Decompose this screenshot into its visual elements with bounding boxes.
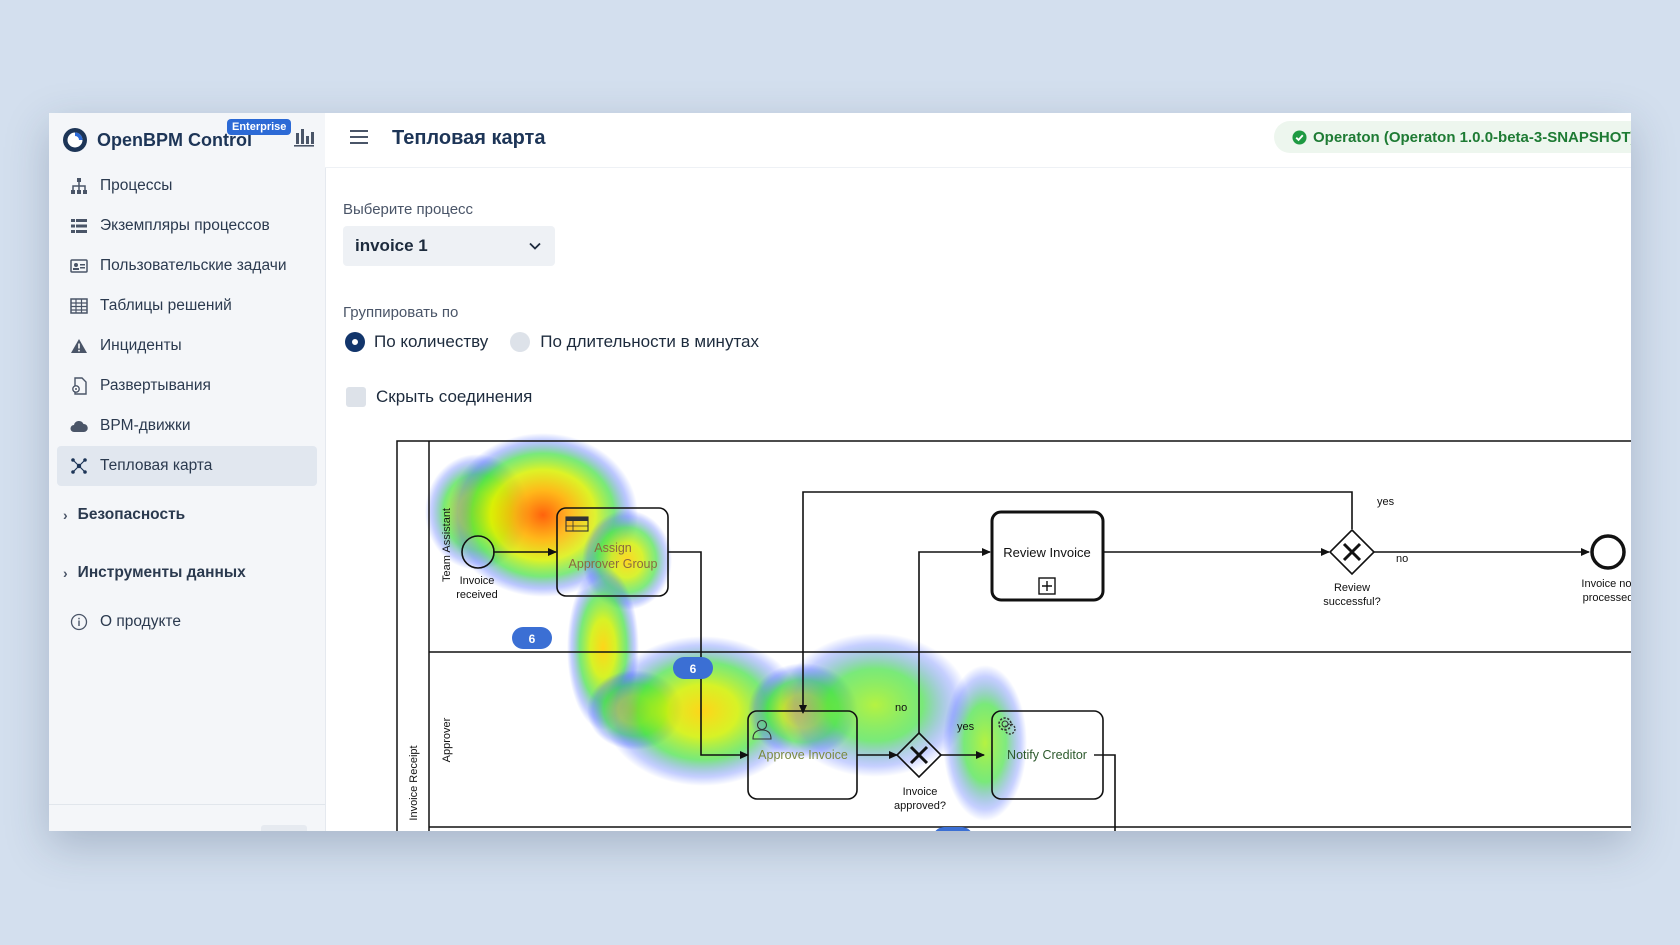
lane-label-team-assistant: Team Assistant <box>441 508 453 582</box>
notify-creditor-label: Notify Creditor <box>1007 748 1087 762</box>
brand[interactable]: OpenBPM Control Enterprise <box>61 119 292 159</box>
sidebar-item-process-instances[interactable]: Экземпляры процессов <box>57 206 317 246</box>
sidebar-item-label: Тепловая карта <box>100 457 213 474</box>
review-invoice-label: Review Invoice <box>1003 545 1090 560</box>
engine-status-text: Operaton (Operaton 1.0.0-beta-3-SNAPSHOT… <box>1313 128 1631 146</box>
sidebar-item-user-tasks[interactable]: Пользовательские задачи <box>57 246 317 286</box>
sidebar-item-label: Таблицы решений <box>100 297 232 314</box>
sidebar-item-label: BPM-движки <box>100 417 191 434</box>
sidebar-item-label: Пользовательские задачи <box>100 257 287 274</box>
expand-icon <box>1038 577 1056 595</box>
flow-label-no-top: no <box>1396 553 1408 565</box>
sidebar-item-label: О продукте <box>100 613 181 630</box>
bar-chart-icon[interactable] <box>293 127 315 147</box>
chevron-right-icon: › <box>63 507 68 523</box>
collapse-handle[interactable] <box>261 825 307 831</box>
approve-gateway-label: Invoice approved? <box>894 786 946 812</box>
end-event-label: Invoice not processed <box>1581 578 1631 604</box>
flow-label-yes-top: yes <box>1377 496 1395 508</box>
cloud-icon <box>69 416 89 436</box>
top-header: Тепловая карта Operaton (Operaton 1.0.0-… <box>325 113 1631 168</box>
edition-badge: Enterprise <box>227 119 292 135</box>
sidebar-item-deployments[interactable]: Развертывания <box>57 366 317 406</box>
info-icon <box>69 612 89 632</box>
chevron-right-icon: › <box>63 565 68 581</box>
sidebar-item-decision-tables[interactable]: Таблицы решений <box>57 286 317 326</box>
sidebar-item-bpm-engines[interactable]: BPM-движки <box>57 406 317 446</box>
approve-invoice-label: Approve Invoice <box>758 748 848 762</box>
sidebar-item-processes[interactable]: Процессы <box>57 166 317 206</box>
count-badge: 6 <box>673 657 713 679</box>
count-badge: 6 <box>512 627 552 649</box>
assign-approver-task[interactable]: Assign Approver Group <box>556 507 669 597</box>
warning-icon <box>69 336 89 356</box>
sidebar-nav: Процессы Экземпляры процессов Пользовате… <box>49 166 325 642</box>
sidebar-group-data-tools[interactable]: › Инструменты данных <box>49 544 325 602</box>
sidebar-group-security[interactable]: › Безопасность <box>49 486 325 544</box>
sitemap-icon <box>69 176 89 196</box>
menu-icon[interactable] <box>349 128 369 146</box>
approve-invoice-task[interactable]: Approve Invoice <box>747 710 858 800</box>
pool-label: Invoice Receipt <box>408 745 420 820</box>
sidebar-item-heatmap[interactable]: Тепловая карта <box>57 446 317 486</box>
heatmap-icon <box>69 456 89 476</box>
sidebar-item-about[interactable]: О продукте <box>57 602 317 642</box>
sidebar-item-label: Процессы <box>100 177 173 194</box>
sidebar-item-label: Экземпляры процессов <box>100 217 270 234</box>
review-gateway[interactable]: Review successful? <box>1323 528 1381 608</box>
sidebar-footer <box>49 804 325 831</box>
sidebar-group-label: Безопасность <box>77 506 186 523</box>
engine-status-badge[interactable]: Operaton (Operaton 1.0.0-beta-3-SNAPSHOT… <box>1274 121 1631 153</box>
deploy-icon <box>69 376 89 396</box>
lane-label-approver: Approver <box>441 717 453 762</box>
bpmn-heatmap-canvas[interactable]: Invoice Receipt Team Assistant Approver … <box>325 168 1631 831</box>
review-invoice-subprocess[interactable]: Review Invoice <box>990 510 1105 602</box>
user-card-icon <box>69 256 89 276</box>
svg-text:6: 6 <box>690 662 697 676</box>
check-circle-icon <box>1292 129 1307 145</box>
svg-text:6: 6 <box>529 632 536 646</box>
end-event-not-processed[interactable]: Invoice not processed <box>1581 534 1631 604</box>
review-gateway-label: Review successful? <box>1323 582 1380 608</box>
table-icon <box>69 296 89 316</box>
sidebar: OpenBPM Control Enterprise Процессы Экзе… <box>49 113 326 831</box>
logo-icon <box>63 128 87 152</box>
main-content: Выберите процесс invoice 1 Группировать … <box>325 168 1631 831</box>
notify-creditor-task[interactable]: Notify Creditor <box>991 710 1104 800</box>
sidebar-item-incidents[interactable]: Инциденты <box>57 326 317 366</box>
list-icon <box>69 216 89 236</box>
sidebar-item-label: Развертывания <box>100 377 211 394</box>
sidebar-item-label: Инциденты <box>100 337 182 354</box>
sidebar-group-label: Инструменты данных <box>77 564 246 581</box>
app-window: OpenBPM Control Enterprise Процессы Экзе… <box>49 113 1631 831</box>
flow-label-yes-approve: yes <box>957 721 975 733</box>
start-event-label: Invoice received <box>456 575 498 601</box>
flow-label-no-approve: no <box>895 702 907 714</box>
page-title: Тепловая карта <box>392 127 546 149</box>
